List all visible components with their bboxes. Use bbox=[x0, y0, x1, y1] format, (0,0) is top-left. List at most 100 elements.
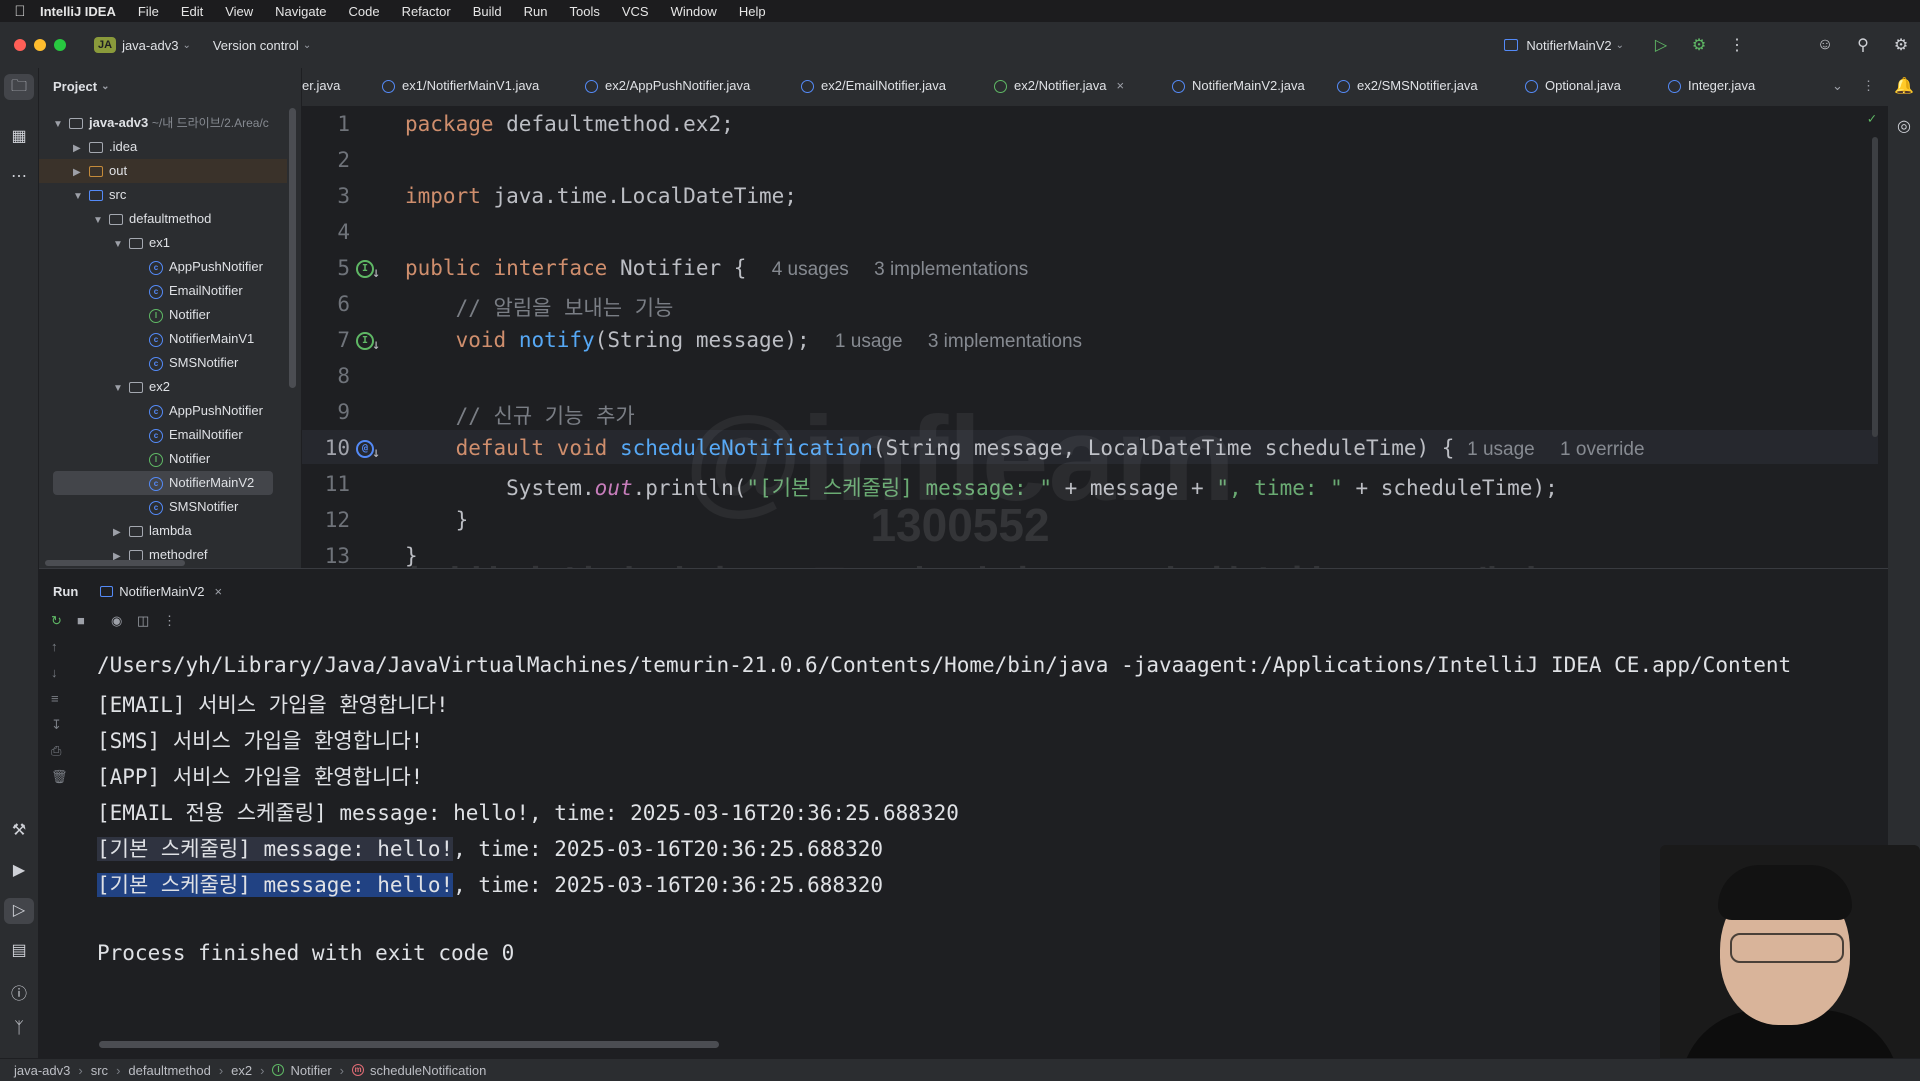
usages-hint[interactable]: 4 usages bbox=[772, 259, 849, 280]
account-icon[interactable]: ☺ bbox=[1806, 36, 1844, 54]
tree-item-class[interactable]: c AppPushNotifier bbox=[149, 399, 263, 423]
tab-emailnotifier[interactable]: ex2/EmailNotifier.java bbox=[801, 68, 946, 106]
line-number: 13 bbox=[324, 544, 350, 567]
tree-item-class[interactable]: c EmailNotifier bbox=[149, 279, 243, 303]
tree-item-ex1[interactable]: ▼ ex1 bbox=[113, 231, 170, 255]
tree-item-interface[interactable]: I Notifier bbox=[149, 447, 210, 471]
project-vscrollbar[interactable] bbox=[289, 108, 296, 388]
soft-wrap-icon[interactable]: ≡ bbox=[51, 691, 59, 706]
project-hscrollbar[interactable] bbox=[45, 560, 185, 566]
project-tool-icon[interactable]: 🗀 bbox=[4, 74, 34, 100]
menu-tools[interactable]: Tools bbox=[569, 4, 599, 19]
inspection-ok-icon[interactable]: ✓ bbox=[1868, 111, 1876, 127]
tree-root[interactable]: ▼ java-adv3 ~/내 드라이브/2.Area/c bbox=[53, 111, 269, 135]
version-control-menu[interactable]: Version control bbox=[213, 38, 299, 53]
settings-icon[interactable]: ⚙ bbox=[1882, 35, 1920, 55]
tab-smsnotifier[interactable]: ex2/SMSNotifier.java bbox=[1337, 68, 1478, 106]
terminal-tool-icon[interactable]: ▤ bbox=[0, 940, 38, 960]
run-icon[interactable]: ▷ bbox=[1642, 35, 1680, 55]
camera-icon[interactable]: ◉ bbox=[111, 613, 122, 629]
tab-integer[interactable]: Integer.java bbox=[1668, 68, 1755, 106]
restore-layout-icon[interactable]: ◫ bbox=[137, 613, 149, 629]
tab-er-java[interactable]: er.java bbox=[302, 68, 340, 106]
tree-item-ex2[interactable]: ▼ ex2 bbox=[113, 375, 170, 399]
menu-navigate[interactable]: Navigate bbox=[275, 4, 326, 19]
tree-item-src[interactable]: ▼ src bbox=[73, 183, 126, 207]
zoom-window-button[interactable] bbox=[54, 39, 66, 51]
trash-icon[interactable]: 🗑 bbox=[51, 769, 68, 785]
run-tool-icon[interactable]: ▷ bbox=[4, 898, 34, 924]
more-actions-icon[interactable]: ⋮ bbox=[163, 613, 176, 629]
project-switcher[interactable]: java-adv3 bbox=[122, 38, 178, 53]
implementations-hint[interactable]: 3 implementations bbox=[928, 331, 1082, 352]
breadcrumb-src[interactable]: src bbox=[91, 1063, 108, 1078]
tab-notifiermainv1[interactable]: ex1/NotifierMainV1.java bbox=[382, 68, 539, 106]
ai-assistant-icon[interactable]: ◎ bbox=[1888, 116, 1920, 136]
tree-item-class[interactable]: c AppPushNotifier bbox=[149, 255, 263, 279]
menu-file[interactable]: File bbox=[138, 4, 159, 19]
tab-optional[interactable]: Optional.java bbox=[1525, 68, 1621, 106]
more-tools-icon[interactable]: ⋯ bbox=[0, 166, 38, 186]
tab-more-icon[interactable]: ⋮ bbox=[1862, 68, 1875, 106]
notifications-icon[interactable]: 🔔 bbox=[1888, 76, 1920, 96]
tab-notifier-active[interactable]: ex2/Notifier.java × bbox=[982, 68, 1136, 106]
tree-item-out[interactable]: ▶ out bbox=[39, 159, 287, 183]
close-tab-icon[interactable]: × bbox=[1117, 78, 1125, 93]
tree-item-interface[interactable]: I Notifier bbox=[149, 303, 210, 327]
close-tab-icon[interactable]: × bbox=[215, 584, 223, 599]
search-icon[interactable]: ⚲ bbox=[1844, 35, 1882, 55]
tree-item-defaultmethod[interactable]: ▼ defaultmethod bbox=[93, 207, 211, 231]
project-panel-header[interactable]: Project ⌄ bbox=[39, 68, 301, 104]
git-tool-icon[interactable]: ᛉ bbox=[0, 1020, 38, 1038]
breadcrumb-subpackage[interactable]: ex2 bbox=[231, 1063, 252, 1078]
services-tool-icon[interactable]: ▶ bbox=[0, 860, 38, 880]
rerun-icon[interactable]: ↻ bbox=[51, 613, 62, 629]
override-hint[interactable]: 1 override bbox=[1560, 439, 1645, 460]
run-tab[interactable]: NotifierMainV2 bbox=[119, 584, 204, 599]
menu-build[interactable]: Build bbox=[473, 4, 502, 19]
run-config-selector[interactable]: NotifierMainV2 bbox=[1526, 38, 1611, 53]
menu-refactor[interactable]: Refactor bbox=[402, 4, 451, 19]
breadcrumb-interface[interactable]: Notifier bbox=[290, 1063, 331, 1078]
menu-window[interactable]: Window bbox=[671, 4, 717, 19]
apple-icon[interactable]:  bbox=[0, 3, 40, 20]
tab-list-chevron-icon[interactable]: ⌄ bbox=[1832, 68, 1843, 106]
tab-apppushnotifier[interactable]: ex2/AppPushNotifier.java bbox=[585, 68, 750, 106]
scroll-to-end-icon[interactable]: ↧ bbox=[51, 717, 62, 733]
build-tool-icon[interactable]: ⚒ bbox=[0, 820, 38, 840]
menu-view[interactable]: View bbox=[225, 4, 253, 19]
app-menu[interactable]: IntelliJ IDEA bbox=[40, 4, 116, 19]
menu-help[interactable]: Help bbox=[739, 4, 766, 19]
usages-hint[interactable]: 1 usage bbox=[835, 331, 903, 352]
implementations-hint[interactable]: 3 implementations bbox=[874, 259, 1028, 280]
breadcrumb-package[interactable]: defaultmethod bbox=[128, 1063, 210, 1078]
tree-item-class[interactable]: c SMSNotifier bbox=[149, 495, 238, 519]
stop-icon[interactable]: ■ bbox=[77, 613, 85, 628]
tree-item-idea[interactable]: ▶ .idea bbox=[73, 135, 137, 159]
debug-icon[interactable]: ⚙ bbox=[1680, 35, 1718, 55]
tree-item-class-selected[interactable]: c NotifierMainV2 bbox=[53, 471, 273, 495]
close-window-button[interactable] bbox=[14, 39, 26, 51]
arrow-up-icon[interactable]: ↑ bbox=[51, 639, 58, 654]
menu-code[interactable]: Code bbox=[348, 4, 379, 19]
structure-tool-icon[interactable]: ▦ bbox=[0, 126, 38, 146]
problems-tool-icon[interactable]: ⓘ bbox=[0, 980, 38, 1004]
minimize-window-button[interactable] bbox=[34, 39, 46, 51]
tree-item-class[interactable]: c SMSNotifier bbox=[149, 351, 238, 375]
tree-item-class[interactable]: c EmailNotifier bbox=[149, 423, 243, 447]
menu-edit[interactable]: Edit bbox=[181, 4, 203, 19]
console-hscrollbar[interactable] bbox=[99, 1041, 719, 1048]
breadcrumb-method[interactable]: scheduleNotification bbox=[370, 1063, 486, 1078]
tree-item-lambda[interactable]: ▶ lambda bbox=[113, 519, 192, 543]
breadcrumb-project[interactable]: java-adv3 bbox=[14, 1063, 70, 1078]
tab-notifiermainv2[interactable]: NotifierMainV2.java bbox=[1172, 68, 1305, 106]
menu-run[interactable]: Run bbox=[524, 4, 548, 19]
more-actions-icon[interactable]: ⋮ bbox=[1718, 35, 1756, 55]
arrow-down-icon[interactable]: ↓ bbox=[51, 665, 58, 680]
code-editor[interactable]: 1 2 3 4 5 6 7 8 9 10 11 12 13 I ↓ I ↓ @ … bbox=[302, 107, 1888, 567]
menu-vcs[interactable]: VCS bbox=[622, 4, 649, 19]
editor-vscrollbar[interactable] bbox=[1872, 137, 1878, 437]
usages-hint[interactable]: 1 usage bbox=[1467, 439, 1535, 460]
tree-item-class[interactable]: c NotifierMainV1 bbox=[149, 327, 254, 351]
print-icon[interactable]: ⎙ bbox=[51, 743, 61, 759]
